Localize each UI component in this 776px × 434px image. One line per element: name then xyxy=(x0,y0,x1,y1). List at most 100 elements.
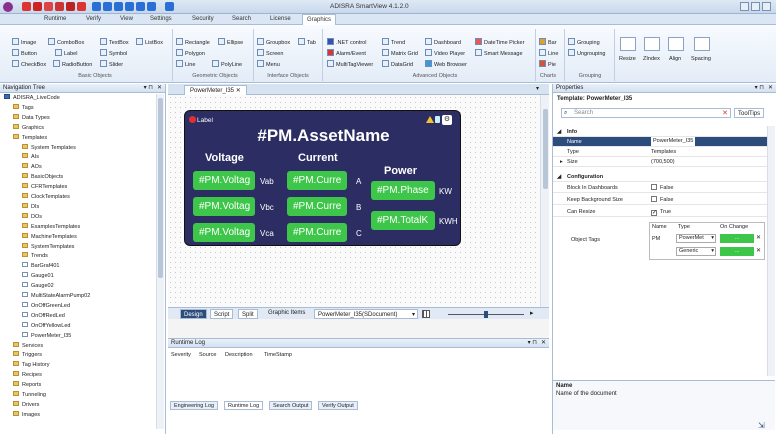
run-icon[interactable] xyxy=(92,2,101,11)
tag-row-0-type[interactable]: PowerMet ▾ xyxy=(676,234,716,243)
ribbon-rectangle[interactable]: Rectangle xyxy=(176,38,210,47)
current-tag-a[interactable]: #PM.Curre xyxy=(287,171,347,190)
canvas-vscrollbar[interactable] xyxy=(540,95,549,307)
ribbon-ungrouping[interactable]: Ungrouping xyxy=(568,49,605,58)
tag-row-1-type[interactable]: Generic ▾ xyxy=(676,247,716,256)
tree-scrollbar[interactable] xyxy=(156,94,164,429)
prop-row-type[interactable]: Type Templates xyxy=(553,147,767,157)
section-info[interactable]: ◢ Info xyxy=(553,127,767,137)
copy-icon[interactable] xyxy=(66,2,75,11)
tree-item[interactable]: Tunneling xyxy=(13,391,46,400)
menu-verify[interactable]: Verify xyxy=(82,14,105,25)
stop-icon[interactable] xyxy=(103,2,112,11)
menu-view[interactable]: View xyxy=(116,14,137,25)
pin-icon[interactable]: ▾ ⊓ xyxy=(755,84,764,93)
menu-security[interactable]: Security xyxy=(188,14,218,25)
maximize-button[interactable] xyxy=(751,2,760,11)
ribbon-grouping[interactable]: Grouping xyxy=(568,38,600,47)
tree-item[interactable]: SystemTemplates xyxy=(22,242,74,252)
tree-item[interactable]: Data Types xyxy=(13,113,50,123)
ribbon-button[interactable]: Button xyxy=(12,49,37,58)
ribbon-groupbox[interactable]: Groupbox xyxy=(257,38,290,47)
tree-item[interactable]: Services xyxy=(13,341,43,351)
grid-toggle-icon[interactable] xyxy=(422,310,430,318)
tree-item[interactable]: Graphics xyxy=(13,123,44,133)
ribbon-bar-chart[interactable]: Bar xyxy=(539,38,557,47)
tab-menu-icon[interactable]: ▾ xyxy=(536,85,539,92)
spacing-icon[interactable] xyxy=(694,37,710,51)
tree-item[interactable]: CFRTemplates xyxy=(22,183,67,192)
powermeter-template[interactable]: Label ⚙ #PM.AssetName Voltage Current Po… xyxy=(184,110,461,246)
tree-item[interactable]: Triggers xyxy=(13,351,42,360)
prop-row-name[interactable]: Name PowerMeter_I35 xyxy=(553,137,767,147)
tree-item[interactable]: ClockTemplates xyxy=(22,193,70,202)
close-tab-icon[interactable]: ✕ xyxy=(236,88,241,94)
block-checkbox[interactable] xyxy=(651,184,657,190)
tab-runtime-log[interactable]: Runtime Log xyxy=(224,401,264,410)
resize-checkbox[interactable]: ✓ xyxy=(651,210,657,216)
tree-item[interactable]: Tags xyxy=(13,103,34,113)
tree-item[interactable]: ExamplesTemplates xyxy=(22,222,80,232)
paste-icon[interactable] xyxy=(77,2,86,11)
resize-icon[interactable] xyxy=(620,37,636,51)
pin-icon[interactable]: ▾ ⊓ xyxy=(528,339,537,348)
tree-item[interactable]: Trends xyxy=(22,252,48,261)
scroll-thumb[interactable] xyxy=(543,109,548,189)
ribbon-symbol[interactable]: Symbol xyxy=(100,49,127,58)
label-badge[interactable]: Label xyxy=(189,116,213,126)
tag-row-1-change[interactable]: ... xyxy=(720,247,754,256)
ribbon-line-chart[interactable]: Line xyxy=(539,49,558,58)
ribbon-screen[interactable]: Screen xyxy=(257,49,283,58)
tree-item[interactable]: Images xyxy=(13,410,40,420)
ribbon-slider[interactable]: Slider xyxy=(100,60,123,69)
ribbon-pie-chart[interactable]: Pie xyxy=(539,60,556,69)
voltage-tag-vca[interactable]: #PM.Voltag xyxy=(193,223,255,242)
graphic-items-select[interactable]: PowerMeter_I35(SDocument) ▾ xyxy=(314,309,418,319)
tree-item[interactable]: OnOffRedLed xyxy=(22,311,65,321)
design-canvas[interactable]: Label ⚙ #PM.AssetName Voltage Current Po… xyxy=(168,95,540,307)
power-tag-phase[interactable]: #PM.Phase xyxy=(371,181,435,200)
new-icon[interactable] xyxy=(22,2,31,11)
voltage-tag-vbc[interactable]: #PM.Voltag xyxy=(193,197,255,216)
tree-item[interactable]: ADISRA_LiveCode xyxy=(4,94,60,103)
close-button[interactable] xyxy=(762,2,771,11)
ribbon-multitagviewer[interactable]: MultiTagViewer xyxy=(327,60,373,69)
ribbon-dashboard[interactable]: Dashboard xyxy=(425,38,461,47)
log-col-description[interactable]: Description xyxy=(225,352,253,358)
log-col-source[interactable]: Source xyxy=(199,352,216,358)
ribbon-datagrid[interactable]: DataGrid xyxy=(382,60,413,69)
tab-verify-output[interactable]: Verify Output xyxy=(318,401,358,410)
ribbon-textbox[interactable]: TextBox xyxy=(100,38,129,47)
close-icon[interactable]: ✕ xyxy=(157,84,162,93)
ribbon-matrix-grid[interactable]: Matrix Grid xyxy=(382,49,418,58)
tree-item[interactable]: AOs xyxy=(22,163,42,172)
tab-search-output[interactable]: Search Output xyxy=(269,401,313,410)
ribbon-listbox[interactable]: ListBox xyxy=(136,38,163,47)
tree-item[interactable]: PowerMeter_I35 xyxy=(22,331,71,341)
zoom-slider-thumb[interactable] xyxy=(484,311,488,318)
info-icon[interactable] xyxy=(165,2,174,11)
tree-item[interactable]: AIs xyxy=(22,153,39,162)
tag-row-0-delete[interactable]: ✕ xyxy=(756,234,761,241)
tree-item[interactable]: Gauge01 xyxy=(22,272,54,281)
tree-item[interactable]: Recipes xyxy=(13,371,42,380)
prop-row-can-resize[interactable]: Can Resize ✓ True xyxy=(553,207,767,217)
ribbon-image[interactable]: Image xyxy=(12,38,36,47)
voltage-tag-vab[interactable]: #PM.Voltag xyxy=(193,171,255,190)
ribbon-polyline[interactable]: PolyLine xyxy=(212,60,242,69)
log-col-severity[interactable]: Severity xyxy=(171,352,191,358)
scroll-thumb[interactable] xyxy=(158,98,163,278)
save-icon[interactable] xyxy=(33,2,42,11)
close-icon[interactable]: ✕ xyxy=(768,84,773,93)
home-icon[interactable] xyxy=(147,2,156,11)
tree-item[interactable]: OnOffGreenLed xyxy=(22,301,70,311)
pin-icon[interactable]: ▾ ⊓ xyxy=(144,84,153,93)
power-tag-totalk[interactable]: #PM.TotalK xyxy=(371,211,435,230)
ribbon-menu[interactable]: Menu xyxy=(257,60,280,69)
menu-runtime[interactable]: Runtime xyxy=(40,14,70,25)
tree-item[interactable]: Reports xyxy=(13,381,41,390)
ribbon-ellipse[interactable]: Ellipse xyxy=(218,38,243,47)
tab-engineering-log[interactable]: Engineering Log xyxy=(170,401,219,410)
tag-row-1-delete[interactable]: ✕ xyxy=(756,247,761,254)
zoom-in-icon[interactable]: ▸ xyxy=(530,309,534,317)
